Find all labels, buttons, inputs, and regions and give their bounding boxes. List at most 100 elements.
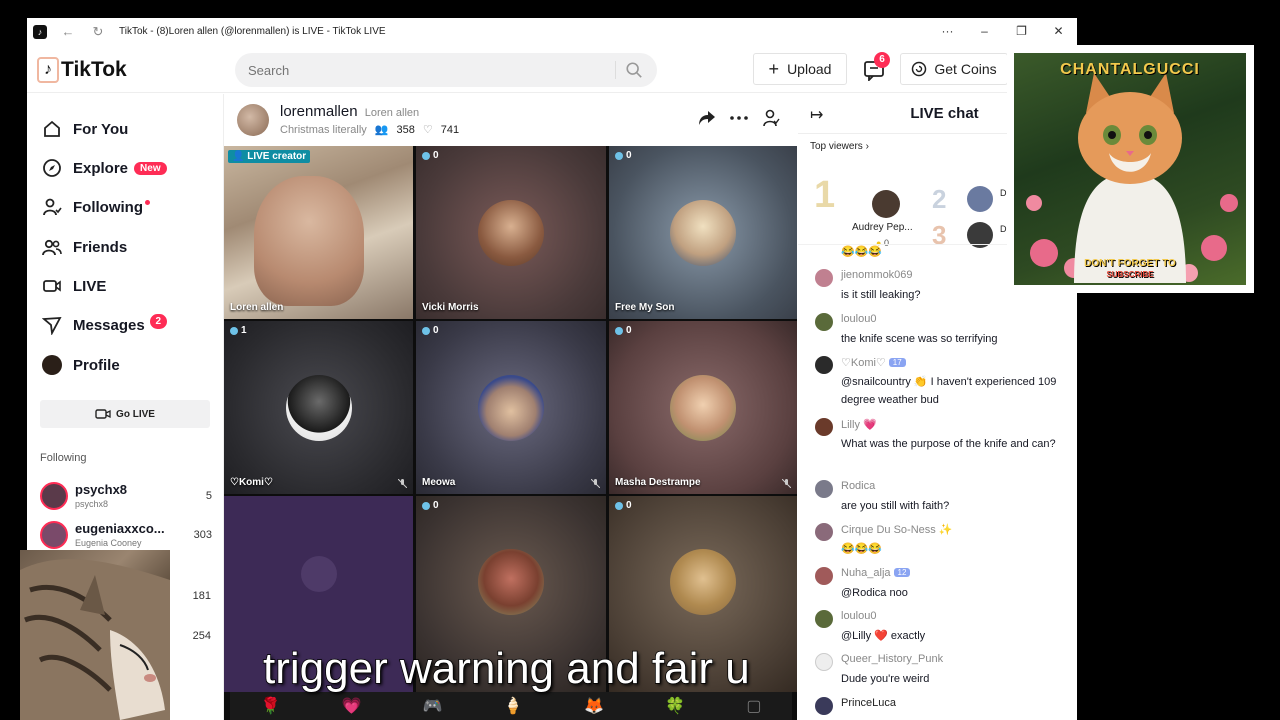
screen: ♪ ← ↻ TikTok - (8)Loren allen (@lorenmal… [0,0,1280,720]
avatar [670,549,736,615]
nav-label: Following [73,198,143,216]
nav-friends[interactable]: Friends [41,232,127,262]
messages-icon [41,314,63,336]
nav-explore[interactable]: Explore New [41,153,167,183]
message-text: What was the purpose of the knife and ca… [841,438,1056,450]
avatar[interactable] [815,269,833,287]
gift-bar: 🌹 💗 🎮 🍦 🦊 🍀 ▢ [230,692,792,720]
app-window: ♪ ← ↻ TikTok - (8)Loren allen (@lorenmal… [27,18,1077,720]
restore-button[interactable]: ❐ [1003,18,1040,45]
guest-score: 0 [615,500,632,511]
promo-subscribe: SUBSCRIBE [1106,270,1154,279]
plus-icon: + [768,58,780,79]
guest-cell[interactable]: 0 Meowa [416,321,606,494]
guest-cell[interactable]: 1 ♡Kοmi♡ [224,321,413,494]
nav-messages[interactable]: Messages 2 [41,310,167,340]
nav-label: Messages [73,316,145,334]
nav-following[interactable]: Following [41,192,150,222]
message-author[interactable]: Nuha_alja 12 [841,567,911,579]
level-badge: 17 [888,358,906,367]
account-name: eugeniaxxco... [75,521,165,536]
avatar[interactable] [815,418,833,436]
profile-icon [41,354,63,376]
message-author[interactable]: ♡Kοmi♡ 17 [841,356,906,369]
avatar[interactable] [815,653,833,671]
avatar [478,549,544,615]
gift-more[interactable]: ▢ [746,696,761,716]
inbox-badge: 6 [874,52,890,68]
gift-fox[interactable]: 🦊 [584,696,604,716]
more-icon[interactable]: ··· [929,18,966,45]
muted-mic-icon [398,479,407,488]
message-author[interactable]: jienommok069 [841,269,913,281]
message-text: Dude you're weird [841,673,930,685]
gift-icecream[interactable]: 🍦 [503,696,523,716]
streamer-avatar[interactable] [237,104,269,136]
search-input[interactable] [235,53,605,87]
tiktok-logo[interactable]: ♪ TikTok [37,57,127,83]
upload-button[interactable]: + Upload [753,53,847,85]
coin-icon [912,61,927,77]
following-account[interactable]: psychx8 psychx8 5 [40,480,212,514]
nav-for-you[interactable]: For You [41,114,128,144]
gift-clover[interactable]: 🍀 [665,696,685,716]
nav-profile[interactable]: Profile [41,350,120,380]
compass-icon [41,157,63,179]
minimize-button[interactable]: – [966,18,1003,45]
avatar[interactable] [815,610,833,628]
live-creator-label: LIVE creator [247,151,307,162]
following-account[interactable]: eugeniaxxco... Eugenia Cooney 303 [40,519,212,553]
top-viewers-link[interactable]: Top viewers › [810,141,869,152]
message-author[interactable]: loulou0 [841,313,876,325]
avatar[interactable] [815,697,833,715]
sleeping-cat-photo [20,559,170,720]
streamer-name[interactable]: lorenmallen Loren allen [280,103,419,120]
avatar[interactable] [815,523,833,541]
message-author[interactable]: Lilly 💗 [841,418,877,431]
message-author[interactable]: Cirque Du So-Ness ✨ [841,523,953,536]
share-icon[interactable] [695,106,719,130]
friends-icon [41,236,63,258]
gift-controller[interactable]: 🎮 [422,696,442,716]
get-coins-button[interactable]: Get Coins [900,53,1008,85]
nav-live[interactable]: LIVE [41,271,106,301]
refresh-icon[interactable]: ↻ [89,24,107,40]
message-text: @snailcountry 👏 I haven't experienced 10… [841,376,1057,406]
guest-cell[interactable]: 0 Free My Son [609,146,797,319]
add-guest-icon[interactable] [759,106,783,130]
avatar [670,199,736,266]
back-icon[interactable]: ← [59,24,77,39]
guest-cell[interactable]: 0 Masha Destrampe [609,321,797,494]
close-button[interactable]: ✕ [1040,18,1077,45]
nav-label: Profile [73,356,120,374]
streamer-nickname: Loren allen [364,107,420,119]
gift-rose[interactable]: 🌹 [261,696,281,716]
message-author[interactable]: loulou0 [841,610,876,622]
avatar[interactable] [815,480,833,498]
gift-heart[interactable]: 💗 [341,696,361,716]
home-icon [41,118,63,140]
stream-meta: Christmas literally 👥 358 ♡ 741 [280,123,460,137]
search-icon[interactable] [625,61,643,79]
message-text: are you still with faith? [841,500,950,512]
avatar[interactable] [815,567,833,585]
guest-cell-host[interactable]: 👤 LIVE creator Loren allen [224,146,413,319]
avatar [478,199,544,266]
message-author[interactable]: Rodica [841,480,875,492]
more-options-icon[interactable] [727,106,751,130]
guest-score: 0 [422,325,439,336]
like-count: 741 [440,123,460,136]
nav-label: LIVE [73,277,107,295]
multi-guest-grid: 👤 LIVE creator Loren allen 0 Vicki Morri… [224,146,797,720]
live-creator-badge: 👤 LIVE creator [228,150,311,163]
go-live-button[interactable]: Go LIVE [40,400,210,428]
rank-1: 1 [814,174,836,216]
avatar[interactable] [815,356,833,374]
message-author[interactable]: PrinceLuca [841,697,896,709]
top-viewer-name: D [1000,188,1007,198]
avatar[interactable] [815,313,833,331]
avatar[interactable] [967,186,993,212]
avatar[interactable] [872,190,900,218]
message-author[interactable]: Queer_History_Punk [841,653,943,665]
guest-cell[interactable]: 0 Vicki Morris [416,146,606,319]
